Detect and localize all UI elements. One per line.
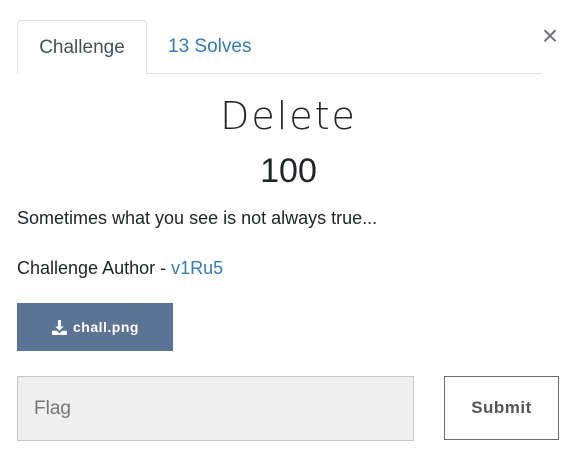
file-name: chall.png [73,319,139,335]
download-file-button[interactable]: chall.png [17,303,173,351]
author-label: Challenge Author - [17,258,172,278]
author-link[interactable]: v1Ru5 [171,258,223,278]
challenge-tabs: Challenge 13 Solves [17,20,542,74]
tab-solves[interactable]: 13 Solves [168,20,251,72]
submit-button[interactable]: Submit [444,376,559,440]
challenge-name: Delete [220,94,357,138]
download-icon [52,319,67,335]
tab-challenge[interactable]: Challenge [17,20,147,74]
flag-input[interactable] [17,376,414,441]
challenge-description: Sometimes what you see is not always tru… [17,208,378,228]
challenge-author: Challenge Author - v1Ru5 [17,258,223,279]
challenge-value: 100 [260,152,317,190]
close-icon[interactable]: × [538,22,562,50]
